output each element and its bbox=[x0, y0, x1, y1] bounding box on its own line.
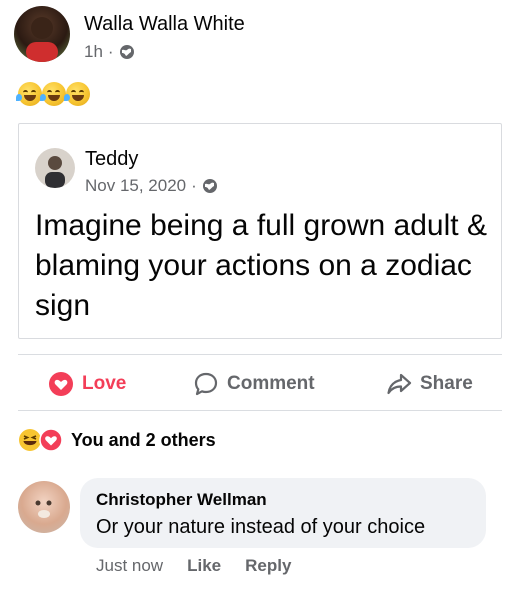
shared-author-avatar[interactable] bbox=[35, 148, 75, 188]
comment-bubble[interactable]: Christopher Wellman Or your nature inste… bbox=[80, 478, 486, 548]
rolling-on-floor-laughing-emoji bbox=[40, 82, 66, 106]
post-meta: 1h · bbox=[84, 42, 135, 62]
shared-post-text: Imagine being a full grown adult & blami… bbox=[35, 209, 487, 322]
meta-separator: · bbox=[107, 42, 114, 61]
love-label: Love bbox=[82, 373, 127, 394]
globe-icon bbox=[202, 178, 218, 194]
rolling-on-floor-laughing-emoji bbox=[64, 82, 90, 106]
person-silhouette-icon bbox=[26, 17, 58, 62]
person-silhouette-icon bbox=[35, 500, 52, 518]
author-name[interactable]: Walla Walla White bbox=[84, 12, 245, 36]
reactions-summary[interactable]: You and 2 others bbox=[18, 428, 216, 452]
actions-bottom-divider bbox=[18, 410, 502, 411]
post-time[interactable]: 1h bbox=[84, 42, 103, 62]
shared-post-date[interactable]: Nov 15, 2020 bbox=[85, 176, 186, 196]
comment-label: Comment bbox=[227, 373, 315, 394]
author-avatar[interactable] bbox=[14, 6, 70, 62]
comment-icon bbox=[194, 372, 218, 396]
actions-top-divider bbox=[18, 354, 502, 355]
comment-text: Or your nature instead of your choice bbox=[96, 516, 426, 538]
meta-separator: · bbox=[191, 176, 197, 195]
share-button[interactable]: Share bbox=[386, 370, 473, 398]
rolling-on-floor-laughing-emoji bbox=[16, 82, 42, 106]
commenter-avatar[interactable] bbox=[18, 481, 70, 533]
comment-like-link[interactable]: Like bbox=[187, 556, 221, 576]
reactions-summary-text: You and 2 others bbox=[71, 429, 216, 450]
commenter-name[interactable]: Christopher Wellman bbox=[96, 490, 267, 510]
comment-meta: Just now Like Reply bbox=[96, 556, 291, 576]
love-icon bbox=[49, 372, 73, 396]
globe-icon bbox=[119, 44, 135, 60]
share-label: Share bbox=[420, 373, 473, 394]
shared-author-name[interactable]: Teddy bbox=[85, 147, 138, 171]
shared-post-meta: Nov 15, 2020 · bbox=[85, 176, 218, 196]
love-button[interactable]: Love bbox=[48, 370, 126, 398]
post-emoji-row bbox=[16, 82, 90, 106]
shared-post-card[interactable]: Teddy Nov 15, 2020 · Imagine being a ful… bbox=[18, 123, 502, 339]
comment-reply-link[interactable]: Reply bbox=[245, 556, 291, 576]
comment-button[interactable]: Comment bbox=[193, 370, 315, 398]
love-icon bbox=[39, 428, 63, 452]
share-icon bbox=[387, 373, 412, 395]
person-silhouette-icon bbox=[45, 156, 65, 188]
comment-time[interactable]: Just now bbox=[96, 556, 163, 576]
